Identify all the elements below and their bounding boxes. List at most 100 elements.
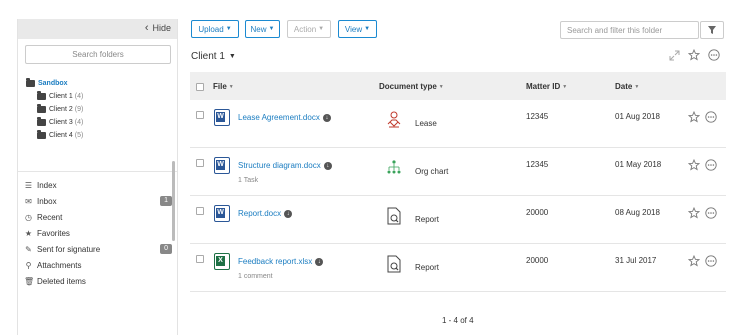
star-outline-icon[interactable]	[688, 207, 700, 219]
nav-item-label: Recent	[37, 212, 63, 222]
folder-icon	[37, 130, 46, 139]
more-options-icon[interactable]	[705, 207, 717, 219]
star-outline-icon[interactable]	[688, 159, 700, 171]
sidebar-divider	[18, 171, 177, 172]
tree-item-sandbox[interactable]: Sandbox	[26, 77, 83, 90]
column-header-date[interactable]: Date ▼	[615, 82, 639, 91]
folder-icon	[37, 91, 46, 100]
tree-item-label: Client 4	[49, 132, 73, 139]
download-icon[interactable]: ↓	[322, 113, 331, 122]
file-name-link[interactable]: Report.docx ↓	[238, 209, 293, 218]
column-header-label: Matter ID	[526, 82, 561, 91]
nav-item-attachments[interactable]: ⚲ Attachments	[24, 257, 172, 273]
select-all-checkbox[interactable]	[196, 83, 204, 91]
table-row[interactable]: X Feedback report.xlsx ↓ 1 comment Repor…	[190, 244, 726, 292]
nav-item-recent[interactable]: ◷ Recent	[24, 209, 172, 225]
nav-item-label: Index	[37, 180, 57, 190]
table-row[interactable]: W Lease Agreement.docx ↓ Lease 12345 01 …	[190, 100, 726, 148]
tree-item-count: (9)	[74, 106, 84, 113]
filter-folder-input[interactable]	[560, 21, 699, 39]
download-icon[interactable]: ↓	[323, 161, 332, 170]
sidebar-header: ‹ Hide	[18, 19, 177, 39]
row-checkbox[interactable]	[196, 255, 204, 263]
chevron-left-icon: ‹	[144, 22, 149, 34]
nav-item-label: Deleted items	[37, 276, 86, 286]
tree-item-client-1[interactable]: Client 1 (4)	[26, 90, 83, 103]
upload-label: Upload	[198, 24, 224, 34]
download-icon[interactable]: ↓	[284, 209, 293, 218]
date: 31 Jul 2017	[615, 256, 657, 265]
table-row[interactable]: W Structure diagram.docx ↓ 1 Task Org ch…	[190, 148, 726, 196]
action-label: Action	[293, 24, 317, 34]
tree-item-client-2[interactable]: Client 2 (9)	[26, 103, 83, 116]
comment-count[interactable]: 1 comment	[238, 273, 273, 280]
file-name: Structure diagram.docx	[238, 161, 321, 170]
document-type: Report	[415, 263, 440, 272]
new-button[interactable]: New ▼	[245, 20, 280, 38]
row-checkbox[interactable]	[196, 159, 204, 167]
hide-sidebar-button[interactable]: ‹ Hide	[144, 22, 171, 34]
nav-item-inbox[interactable]: ✉ Inbox 1	[24, 193, 172, 209]
tree-item-count: (4)	[74, 119, 84, 126]
tree-item-count: (5)	[74, 132, 84, 139]
matter-id: 12345	[526, 160, 549, 169]
nav-item-deleted-items[interactable]: 🗑 Deleted items	[24, 273, 172, 289]
tree-item-label: Client 1	[49, 93, 73, 100]
file-name: Feedback report.xlsx	[238, 257, 313, 266]
task-count[interactable]: 1 Task	[238, 177, 258, 184]
more-options-icon[interactable]	[705, 111, 717, 123]
file-name: Report.docx	[238, 209, 282, 218]
search-folders-input[interactable]	[25, 45, 171, 64]
nav-item-favorites[interactable]: ★ Favorites	[24, 225, 172, 241]
star-outline-icon[interactable]	[688, 255, 700, 267]
tree-item-count: (4)	[74, 93, 84, 100]
file-name-link[interactable]: Structure diagram.docx ↓	[238, 161, 332, 170]
expand-icon[interactable]	[669, 50, 680, 61]
sort-caret-icon: ▼	[634, 83, 640, 90]
filter-button[interactable]	[700, 21, 724, 39]
table-row[interactable]: W Report.docx ↓ Report 20000 08 Aug 2018	[190, 196, 726, 244]
star-outline-icon[interactable]	[688, 49, 700, 61]
star-outline-icon[interactable]	[688, 111, 700, 123]
column-header-label: File	[213, 82, 227, 91]
excel-file-icon: X	[214, 253, 230, 270]
column-header-document-type[interactable]: Document type ▼	[379, 82, 444, 91]
tree-item-client-3[interactable]: Client 3 (4)	[26, 116, 83, 129]
nav-item-label: Attachments	[37, 260, 82, 270]
matter-id: 20000	[526, 208, 549, 217]
sort-caret-icon: ▼	[562, 83, 568, 90]
caret-down-icon: ▼	[364, 26, 371, 32]
nav-item-index[interactable]: ☰ Index	[24, 177, 172, 193]
file-name-link[interactable]: Feedback report.xlsx ↓	[238, 257, 324, 266]
column-header-label: Date	[615, 82, 633, 91]
caret-down-icon: ▼	[225, 26, 232, 32]
more-options-icon[interactable]	[708, 49, 720, 61]
upload-button[interactable]: Upload ▼	[191, 20, 239, 38]
tree-item-client-4[interactable]: Client 4 (5)	[26, 129, 83, 142]
tree-item-label: Client 2	[49, 106, 73, 113]
view-button[interactable]: View ▼	[338, 20, 377, 38]
caret-down-icon: ▼	[268, 26, 275, 32]
column-header-label: Document type	[379, 82, 437, 91]
folder-tree: Sandbox Client 1 (4) Client 2 (9) Client…	[26, 77, 83, 142]
pen-icon: ✎	[25, 244, 32, 254]
caret-down-icon: ▼	[228, 53, 236, 60]
row-checkbox[interactable]	[196, 207, 204, 215]
date: 01 Aug 2018	[615, 112, 660, 121]
column-header-file[interactable]: File ▼	[213, 82, 234, 91]
download-icon[interactable]: ↓	[315, 257, 324, 266]
action-button[interactable]: Action ▼	[287, 20, 331, 38]
row-checkbox[interactable]	[196, 111, 204, 119]
file-name-link[interactable]: Lease Agreement.docx ↓	[238, 113, 331, 122]
column-header-matter-id[interactable]: Matter ID ▼	[526, 82, 567, 91]
sidebar-scrollbar[interactable]	[172, 161, 175, 241]
document-type: Lease	[415, 119, 437, 128]
more-options-icon[interactable]	[705, 255, 717, 267]
sidebar-nav: ☰ Index ✉ Inbox 1 ◷ Recent ★ Favorites ✎…	[24, 177, 172, 289]
breadcrumb[interactable]: Client 1 ▼	[191, 51, 236, 62]
nav-item-sent-for-signature[interactable]: ✎ Sent for signature 0	[24, 241, 172, 257]
more-options-icon[interactable]	[705, 159, 717, 171]
sidebar: ‹ Hide Sandbox Client 1 (4) Client 2 (9)…	[17, 19, 178, 335]
pagination-summary: 1 - 4 of 4	[442, 316, 474, 325]
word-file-icon: W	[214, 109, 230, 126]
